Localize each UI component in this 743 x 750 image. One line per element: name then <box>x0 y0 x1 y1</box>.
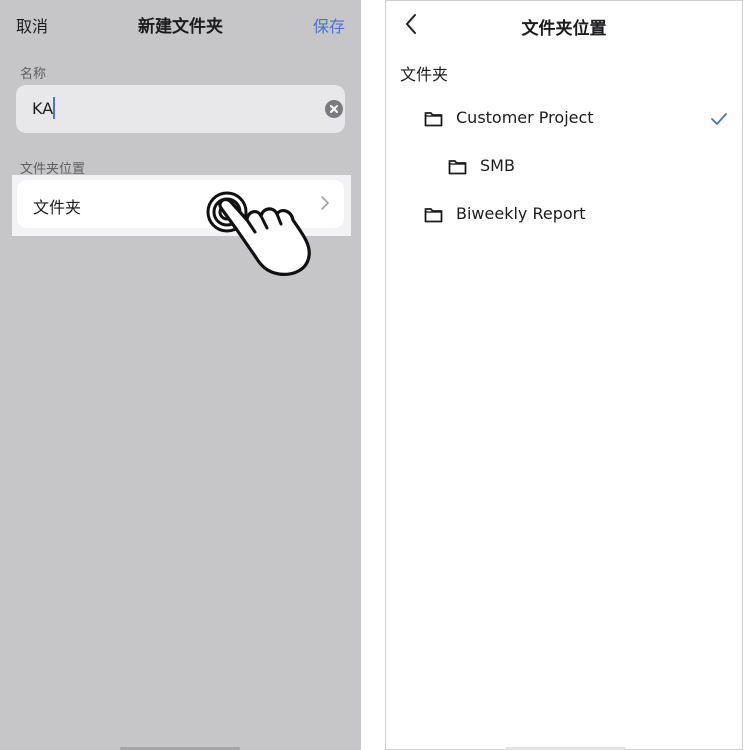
root-folder-label[interactable]: 文件夹 <box>400 61 448 85</box>
chevron-right-icon <box>320 195 330 215</box>
folder-icon <box>424 111 443 131</box>
checkmark-icon <box>710 111 728 130</box>
name-field[interactable]: KA <box>16 85 345 133</box>
name-field-value: KA <box>32 99 54 118</box>
folder-item-label: Biweekly Report <box>456 204 586 223</box>
folder-icon <box>448 159 467 179</box>
nav-bar: 取消 新建文件夹 保存 <box>0 0 361 50</box>
text-cursor <box>53 97 55 119</box>
pointing-hand-icon <box>205 190 317 284</box>
folder-location-value: 文件夹 <box>33 198 82 217</box>
folder-item-label: Customer Project <box>456 108 594 127</box>
page-title: 文件夹位置 <box>521 19 607 39</box>
page-title: 新建文件夹 <box>138 17 223 37</box>
folder-icon <box>424 207 443 227</box>
name-section-label: 名称 <box>20 67 47 82</box>
folder-item-biweekly-report[interactable]: Biweekly Report <box>424 203 674 227</box>
save-button[interactable]: 保存 <box>313 13 345 37</box>
clear-icon[interactable] <box>325 100 343 118</box>
folder-item-customer-project[interactable]: Customer Project <box>424 107 724 131</box>
new-folder-screen: 取消 新建文件夹 保存 名称 KA 文件夹位置 文件夹 <box>0 0 361 750</box>
folder-item-label: SMB <box>480 156 515 175</box>
folder-location-screen: 文件夹位置 文件夹 Customer Project SMB Biweekly … <box>385 0 743 750</box>
folder-item-smb[interactable]: SMB <box>448 155 648 179</box>
